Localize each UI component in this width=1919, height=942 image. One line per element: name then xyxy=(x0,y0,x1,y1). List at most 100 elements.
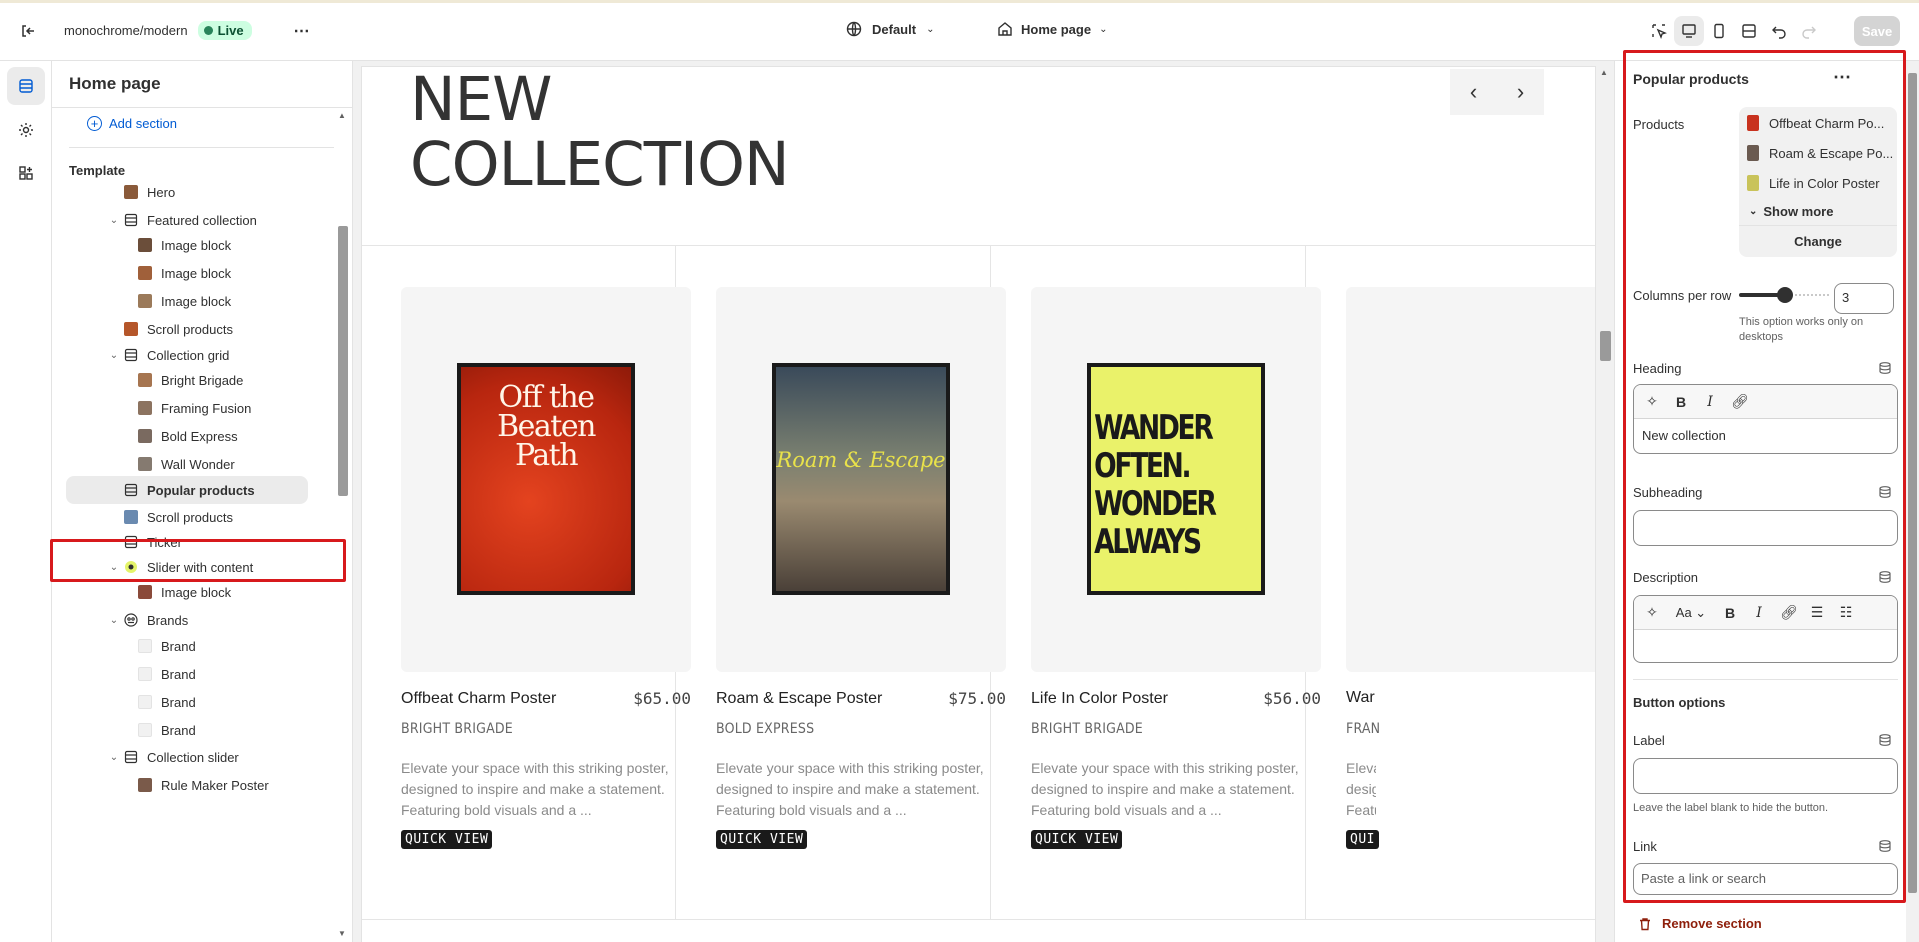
scroll-up-icon[interactable]: ▲ xyxy=(338,111,346,120)
sidebar-item[interactable]: ⌄ Brands xyxy=(52,606,342,634)
bold-icon[interactable]: B xyxy=(1722,605,1738,621)
ai-sparkle-icon[interactable]: ✧ xyxy=(1644,393,1660,410)
more-options-icon[interactable]: ⋯ xyxy=(1833,67,1852,88)
link-input[interactable]: Paste a link or search xyxy=(1633,863,1898,895)
sidebar-item[interactable]: Scroll products xyxy=(52,503,342,531)
panel-scroll-thumb[interactable] xyxy=(1908,73,1917,893)
quick-view-button[interactable]: QUICK VIEW xyxy=(401,830,493,849)
undo-icon[interactable] xyxy=(1764,16,1794,46)
sidebar-item[interactable]: Image block xyxy=(52,578,342,606)
chevron-down-icon[interactable]: ⌄ xyxy=(107,752,121,763)
italic-icon[interactable]: I xyxy=(1702,394,1718,410)
sidebar-item[interactable]: Rule Maker Poster xyxy=(52,771,342,799)
dynamic-source-icon[interactable] xyxy=(1879,840,1891,852)
quick-view-button[interactable]: QUICK VIEW xyxy=(716,830,808,849)
product-card[interactable]: Off the Beaten Path Offbeat Charm Poster… xyxy=(401,287,691,849)
change-products-button[interactable]: Change xyxy=(1739,225,1897,257)
apps-icon[interactable] xyxy=(7,154,45,192)
sidebar-item[interactable]: Brand xyxy=(52,660,342,688)
scroll-down-icon[interactable]: ▼ xyxy=(338,929,346,938)
product-title[interactable]: Roam & Escape Poster xyxy=(716,690,882,708)
sidebar-item[interactable]: ⌄ Collection slider xyxy=(52,743,342,771)
desktop-view-icon[interactable] xyxy=(1674,16,1704,46)
product-title[interactable]: Life In Color Poster xyxy=(1031,690,1168,708)
more-actions-icon[interactable]: ⋯ xyxy=(287,16,317,46)
dynamic-source-icon[interactable] xyxy=(1879,734,1891,746)
redo-icon[interactable] xyxy=(1794,16,1824,46)
chevron-down-icon[interactable]: ⌄ xyxy=(107,350,121,361)
exit-icon[interactable] xyxy=(13,16,43,46)
dynamic-source-icon[interactable] xyxy=(1879,362,1891,374)
remove-section-button[interactable]: Remove section xyxy=(1638,916,1762,931)
product-image[interactable] xyxy=(1346,287,1595,672)
sidebar-item[interactable]: Brand xyxy=(52,688,342,716)
product-title[interactable]: War xyxy=(1346,689,1375,707)
product-card[interactable]: War FRAN Eleva desig Featu QUI xyxy=(1346,287,1595,849)
italic-icon[interactable]: I xyxy=(1751,605,1767,621)
sidebar-item[interactable]: Brand xyxy=(52,716,342,744)
button-label-input[interactable] xyxy=(1633,758,1898,794)
fullscreen-view-icon[interactable] xyxy=(1734,16,1764,46)
product-card[interactable]: Roam & Escape Roam & Escape Poster $75.0… xyxy=(716,287,1006,849)
sidebar-item[interactable]: ⌄ Collection grid xyxy=(52,341,342,369)
bold-icon[interactable]: B xyxy=(1673,394,1689,410)
show-more-button[interactable]: ⌄ Show more xyxy=(1749,204,1833,219)
sidebar-item[interactable]: ⌄ Featured collection xyxy=(52,206,342,234)
panel-scrollbar[interactable] xyxy=(1906,61,1919,942)
slider-handle[interactable] xyxy=(1777,287,1793,303)
product-image[interactable]: WANDER OFTEN. WONDER ALWAYS xyxy=(1031,287,1321,672)
sidebar-item[interactable]: ⌄ Slider with content xyxy=(52,553,342,581)
sidebar-item[interactable]: Framing Fusion xyxy=(52,394,342,422)
sidebar-item[interactable]: Image block xyxy=(52,259,342,287)
preview-scroll-thumb[interactable] xyxy=(1600,331,1611,361)
text-style-icon[interactable]: Aa ⌄ xyxy=(1673,605,1709,621)
sidebar-item[interactable]: Hero xyxy=(52,178,342,206)
quick-view-button[interactable]: QUICK VIEW xyxy=(1031,830,1123,849)
mobile-view-icon[interactable] xyxy=(1704,16,1734,46)
sections-icon[interactable] xyxy=(7,67,45,105)
chevron-left-icon[interactable]: ‹ xyxy=(1450,69,1497,115)
link-icon[interactable]: 🔗︎ xyxy=(1780,604,1798,621)
page-selector[interactable]: Home page ⌄ xyxy=(997,21,1107,37)
heading-value[interactable]: New collection xyxy=(1634,419,1897,453)
link-icon[interactable]: 🔗︎ xyxy=(1731,393,1749,410)
quick-view-button[interactable]: QUI xyxy=(1346,830,1379,849)
sidebar-item[interactable]: Image block xyxy=(52,231,342,259)
theme-settings-icon[interactable] xyxy=(7,111,45,149)
sidebar-item[interactable]: Scroll products xyxy=(52,315,342,343)
product-image[interactable]: Off the Beaten Path xyxy=(401,287,691,672)
sidebar-item[interactable]: Bright Brigade xyxy=(52,366,342,394)
columns-slider[interactable] xyxy=(1739,287,1829,303)
sidebar-item[interactable]: Brand xyxy=(52,632,342,660)
product-list-item[interactable]: Life in Color Poster xyxy=(1747,175,1880,191)
bullet-list-icon[interactable]: ☰ xyxy=(1809,604,1825,621)
add-section-button[interactable]: + Add section xyxy=(87,116,177,131)
dynamic-source-icon[interactable] xyxy=(1879,571,1891,583)
ai-sparkle-icon[interactable]: ✧ xyxy=(1644,604,1660,621)
preview-scrollbar[interactable]: ▲ xyxy=(1596,61,1614,942)
sidebar-item[interactable]: Ticker xyxy=(52,528,342,556)
inspector-icon[interactable] xyxy=(1644,16,1674,46)
sidebar-item[interactable]: Bold Express xyxy=(52,422,342,450)
description-value[interactable] xyxy=(1634,630,1897,662)
heading-editor[interactable]: ✧ B I 🔗︎ New collection xyxy=(1633,384,1898,454)
sidebar-item[interactable]: Wall Wonder xyxy=(52,450,342,478)
sidebar-scrollbar[interactable] xyxy=(338,226,348,496)
dynamic-source-icon[interactable] xyxy=(1879,486,1891,498)
subheading-input[interactable] xyxy=(1633,510,1898,546)
chevron-down-icon[interactable]: ⌄ xyxy=(107,615,121,626)
description-editor[interactable]: ✧ Aa ⌄ B I 🔗︎ ☰ ☷ xyxy=(1633,595,1898,663)
product-title[interactable]: Offbeat Charm Poster xyxy=(401,690,556,708)
scroll-up-icon[interactable]: ▲ xyxy=(1600,68,1608,77)
columns-input[interactable]: 3 xyxy=(1834,283,1894,314)
theme-selector[interactable]: Default ⌄ xyxy=(846,21,934,37)
product-list-item[interactable]: Offbeat Charm Po... xyxy=(1747,115,1884,131)
chevron-down-icon[interactable]: ⌄ xyxy=(107,215,121,226)
chevron-right-icon[interactable]: › xyxy=(1497,69,1544,115)
sidebar-item[interactable]: Popular products xyxy=(52,476,342,504)
product-list-item[interactable]: Roam & Escape Po... xyxy=(1747,145,1893,161)
product-card[interactable]: WANDER OFTEN. WONDER ALWAYS Life In Colo… xyxy=(1031,287,1321,849)
chevron-down-icon[interactable]: ⌄ xyxy=(107,562,121,573)
sidebar-item[interactable]: Image block xyxy=(52,287,342,315)
save-button[interactable]: Save xyxy=(1854,16,1900,46)
